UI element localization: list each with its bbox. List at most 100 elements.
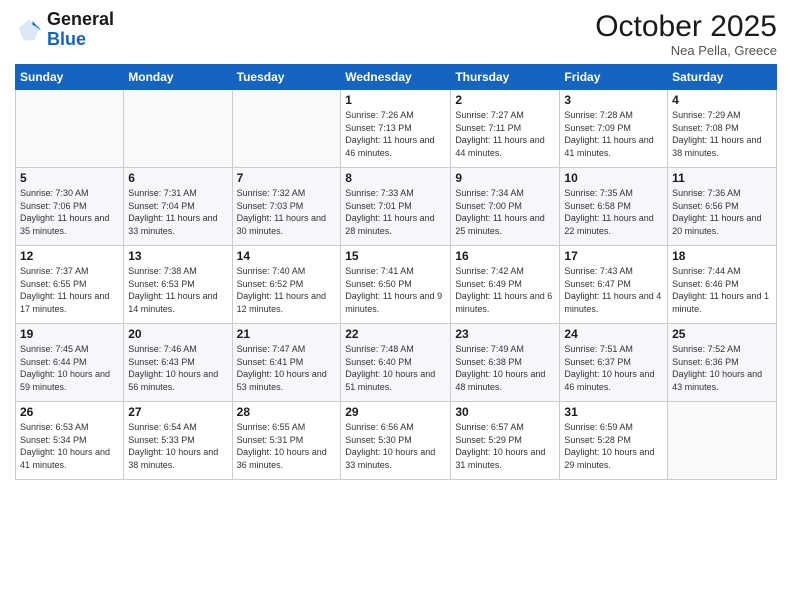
table-row: 31 Sunrise: 6:59 AM Sunset: 5:28 PM Dayli…: [560, 402, 668, 480]
day-info: Sunrise: 7:28 AM Sunset: 7:09 PM Dayligh…: [564, 109, 663, 159]
day-number: 22: [345, 327, 446, 341]
day-info: Sunrise: 7:34 AM Sunset: 7:00 PM Dayligh…: [455, 187, 555, 237]
table-row: 30 Sunrise: 6:57 AM Sunset: 5:29 PM Dayli…: [451, 402, 560, 480]
day-info: Sunrise: 7:33 AM Sunset: 7:01 PM Dayligh…: [345, 187, 446, 237]
day-info: Sunrise: 7:43 AM Sunset: 6:47 PM Dayligh…: [564, 265, 663, 315]
logo: General Blue: [15, 10, 114, 50]
day-info: Sunrise: 6:57 AM Sunset: 5:29 PM Dayligh…: [455, 421, 555, 471]
day-info: Sunrise: 7:45 AM Sunset: 6:44 PM Dayligh…: [20, 343, 119, 393]
day-info: Sunrise: 7:47 AM Sunset: 6:41 PM Dayligh…: [237, 343, 337, 393]
day-info: Sunrise: 7:27 AM Sunset: 7:11 PM Dayligh…: [455, 109, 555, 159]
logo-text: General Blue: [47, 10, 114, 50]
month-title: October 2025: [595, 10, 777, 43]
calendar-week-row: 5 Sunrise: 7:30 AM Sunset: 7:06 PM Daylig…: [16, 168, 777, 246]
table-row: 23 Sunrise: 7:49 AM Sunset: 6:38 PM Dayli…: [451, 324, 560, 402]
table-row: 24Sunrise: 7:51 AM Sunset: 6:37 PM Dayli…: [560, 324, 668, 402]
day-info: Sunrise: 7:44 AM Sunset: 6:46 PM Dayligh…: [672, 265, 772, 315]
day-info: Sunrise: 7:52 AM Sunset: 6:36 PM Dayligh…: [672, 343, 772, 393]
calendar-table: Sunday Monday Tuesday Wednesday Thursday…: [15, 64, 777, 480]
day-number: 17: [564, 249, 663, 263]
day-info: Sunrise: 7:36 AM Sunset: 6:56 PM Dayligh…: [672, 187, 772, 237]
day-number: 31: [564, 405, 663, 419]
header-friday: Friday: [560, 65, 668, 90]
header-sunday: Sunday: [16, 65, 124, 90]
table-row: 25 Sunrise: 7:52 AM Sunset: 6:36 PM Dayli…: [668, 324, 777, 402]
table-row: 15 Sunrise: 7:41 AM Sunset: 6:50 PM Dayli…: [341, 246, 451, 324]
logo-general: General: [47, 9, 114, 29]
day-number: 16: [455, 249, 555, 263]
day-number: 24: [564, 327, 663, 341]
header-monday: Monday: [124, 65, 232, 90]
day-number: 28: [237, 405, 337, 419]
generalblue-logo-icon: [15, 16, 43, 44]
weekday-header-row: Sunday Monday Tuesday Wednesday Thursday…: [16, 65, 777, 90]
table-row: 12Sunrise: 7:37 AM Sunset: 6:55 PM Dayli…: [16, 246, 124, 324]
table-row: 26 Sunrise: 6:53 AM Sunset: 5:34 PM Dayli…: [16, 402, 124, 480]
day-info: Sunrise: 6:59 AM Sunset: 5:28 PM Dayligh…: [564, 421, 663, 471]
day-info: Sunrise: 7:41 AM Sunset: 6:50 PM Dayligh…: [345, 265, 446, 315]
table-row: 7Sunrise: 7:32 AM Sunset: 7:03 PM Daylig…: [232, 168, 341, 246]
day-number: 9: [455, 171, 555, 185]
header-saturday: Saturday: [668, 65, 777, 90]
day-info: Sunrise: 7:49 AM Sunset: 6:38 PM Dayligh…: [455, 343, 555, 393]
day-info: Sunrise: 6:56 AM Sunset: 5:30 PM Dayligh…: [345, 421, 446, 471]
calendar-week-row: 26 Sunrise: 6:53 AM Sunset: 5:34 PM Dayli…: [16, 402, 777, 480]
day-number: 21: [237, 327, 337, 341]
day-number: 18: [672, 249, 772, 263]
day-number: 12: [20, 249, 119, 263]
day-number: 6: [128, 171, 227, 185]
table-row: 16 Sunrise: 7:42 AM Sunset: 6:49 PM Dayli…: [451, 246, 560, 324]
header: General Blue October 2025 Nea Pella, Gre…: [15, 10, 777, 58]
day-number: 3: [564, 93, 663, 107]
day-number: 10: [564, 171, 663, 185]
day-info: Sunrise: 7:38 AM Sunset: 6:53 PM Dayligh…: [128, 265, 227, 315]
table-row: 20Sunrise: 7:46 AM Sunset: 6:43 PM Dayli…: [124, 324, 232, 402]
table-row: 4Sunrise: 7:29 AM Sunset: 7:08 PM Daylig…: [668, 90, 777, 168]
location: Nea Pella, Greece: [595, 43, 777, 58]
table-row: 9 Sunrise: 7:34 AM Sunset: 7:00 PM Daylig…: [451, 168, 560, 246]
table-row: 18 Sunrise: 7:44 AM Sunset: 6:46 PM Dayli…: [668, 246, 777, 324]
table-row: 3 Sunrise: 7:28 AM Sunset: 7:09 PM Daylig…: [560, 90, 668, 168]
day-info: Sunrise: 6:54 AM Sunset: 5:33 PM Dayligh…: [128, 421, 227, 471]
day-number: 11: [672, 171, 772, 185]
table-row: 2 Sunrise: 7:27 AM Sunset: 7:11 PM Daylig…: [451, 90, 560, 168]
day-number: 5: [20, 171, 119, 185]
table-row: 22 Sunrise: 7:48 AM Sunset: 6:40 PM Dayli…: [341, 324, 451, 402]
day-number: 15: [345, 249, 446, 263]
table-row: 10 Sunrise: 7:35 AM Sunset: 6:58 PM Dayli…: [560, 168, 668, 246]
day-number: 1: [345, 93, 446, 107]
header-wednesday: Wednesday: [341, 65, 451, 90]
day-number: 25: [672, 327, 772, 341]
table-row: 13Sunrise: 7:38 AM Sunset: 6:53 PM Dayli…: [124, 246, 232, 324]
calendar-week-row: 12Sunrise: 7:37 AM Sunset: 6:55 PM Dayli…: [16, 246, 777, 324]
day-info: Sunrise: 6:53 AM Sunset: 5:34 PM Dayligh…: [20, 421, 119, 471]
day-info: Sunrise: 7:48 AM Sunset: 6:40 PM Dayligh…: [345, 343, 446, 393]
day-number: 29: [345, 405, 446, 419]
calendar-week-row: 1Sunrise: 7:26 AM Sunset: 7:13 PM Daylig…: [16, 90, 777, 168]
day-info: Sunrise: 7:32 AM Sunset: 7:03 PM Dayligh…: [237, 187, 337, 237]
day-info: Sunrise: 7:40 AM Sunset: 6:52 PM Dayligh…: [237, 265, 337, 315]
table-row: [668, 402, 777, 480]
day-number: 14: [237, 249, 337, 263]
table-row: 17 Sunrise: 7:43 AM Sunset: 6:47 PM Dayli…: [560, 246, 668, 324]
table-row: 1Sunrise: 7:26 AM Sunset: 7:13 PM Daylig…: [341, 90, 451, 168]
table-row: [16, 90, 124, 168]
day-number: 2: [455, 93, 555, 107]
day-info: Sunrise: 7:35 AM Sunset: 6:58 PM Dayligh…: [564, 187, 663, 237]
table-row: 19Sunrise: 7:45 AM Sunset: 6:44 PM Dayli…: [16, 324, 124, 402]
day-info: Sunrise: 7:30 AM Sunset: 7:06 PM Dayligh…: [20, 187, 119, 237]
table-row: 29 Sunrise: 6:56 AM Sunset: 5:30 PM Dayli…: [341, 402, 451, 480]
day-number: 30: [455, 405, 555, 419]
day-info: Sunrise: 6:55 AM Sunset: 5:31 PM Dayligh…: [237, 421, 337, 471]
table-row: 14 Sunrise: 7:40 AM Sunset: 6:52 PM Dayli…: [232, 246, 341, 324]
day-number: 23: [455, 327, 555, 341]
day-info: Sunrise: 7:31 AM Sunset: 7:04 PM Dayligh…: [128, 187, 227, 237]
day-info: Sunrise: 7:42 AM Sunset: 6:49 PM Dayligh…: [455, 265, 555, 315]
table-row: 8Sunrise: 7:33 AM Sunset: 7:01 PM Daylig…: [341, 168, 451, 246]
title-block: October 2025 Nea Pella, Greece: [595, 10, 777, 58]
table-row: [124, 90, 232, 168]
day-number: 26: [20, 405, 119, 419]
table-row: 5 Sunrise: 7:30 AM Sunset: 7:06 PM Daylig…: [16, 168, 124, 246]
logo-blue: Blue: [47, 29, 86, 49]
table-row: 6 Sunrise: 7:31 AM Sunset: 7:04 PM Daylig…: [124, 168, 232, 246]
